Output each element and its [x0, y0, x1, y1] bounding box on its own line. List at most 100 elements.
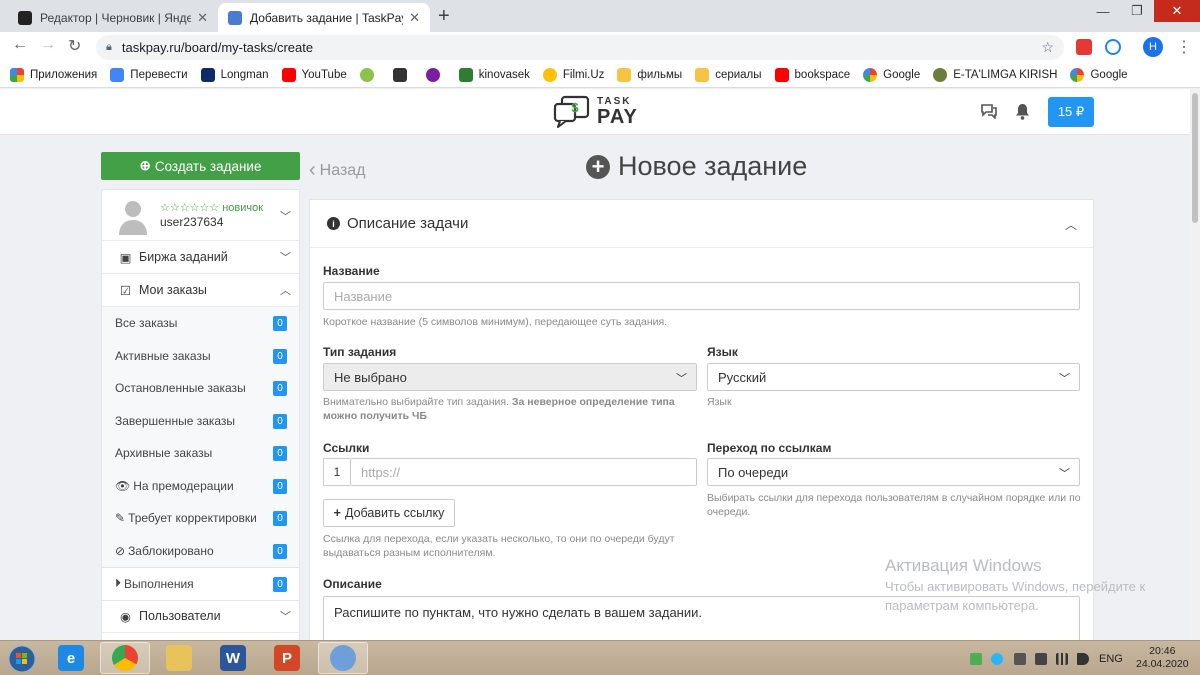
tray-icon[interactable] — [991, 653, 1003, 665]
taskpay-logo[interactable]: $ TASK PAY — [553, 95, 638, 129]
sidebar-item-needs-correction[interactable]: ✎ Требует корректировки 0 — [102, 502, 299, 535]
taskbar-word[interactable]: W — [208, 642, 258, 674]
balance-button[interactable]: 15 ₽ — [1048, 97, 1094, 127]
folder-icon — [166, 645, 192, 671]
messages-icon[interactable] — [980, 103, 998, 124]
panel-header[interactable]: i Описание задачи ︿ — [310, 200, 1093, 248]
tray-icon[interactable] — [970, 653, 982, 665]
tray-icon[interactable] — [1035, 653, 1047, 665]
sidebar-item-label: Пользователи — [139, 609, 221, 623]
user-block[interactable]: ☆☆☆☆☆☆ новичок user237634 ﹀ — [102, 190, 299, 241]
bookmark-icon-only[interactable] — [359, 67, 380, 82]
yandex-zen-icon — [18, 10, 32, 25]
link-mode-value: По очереди — [718, 464, 789, 480]
add-link-button[interactable]: + Добавить ссылку — [323, 499, 455, 527]
menu-kebab-icon[interactable]: ⋮ — [1176, 37, 1192, 57]
input-language[interactable]: ENG — [1099, 653, 1123, 665]
bookmark-bookspace[interactable]: bookspace — [774, 67, 850, 82]
language-label: Язык — [707, 345, 738, 359]
tab-taskpay[interactable]: Добавить задание | TaskPay ✕ — [218, 3, 430, 32]
sidebar-item-exchange[interactable]: ▣ Биржа заданий ﹀ — [102, 241, 299, 274]
sidebar-item-all-orders[interactable]: Все заказы 0 — [102, 307, 299, 340]
play-circle-icon: ⏵ — [115, 576, 122, 591]
forward-arrow-icon[interactable]: → — [40, 36, 56, 54]
system-clock[interactable]: 20:46 24.04.2020 — [1136, 645, 1189, 671]
watermark-line2: параметрам компьютера. — [885, 598, 1039, 613]
profile-avatar[interactable]: H — [1143, 37, 1163, 57]
link-index: 1 — [323, 458, 350, 486]
sidebar-item-archived-orders[interactable]: Архивные заказы 0 — [102, 437, 299, 470]
e-talim-icon — [933, 67, 948, 82]
create-task-button[interactable]: ⊕ Создать задание — [101, 152, 300, 180]
bookmark-kinovasek[interactable]: kinovasek — [458, 67, 530, 82]
sidebar-item-completed-orders[interactable]: Завершенные заказы 0 — [102, 404, 299, 437]
new-tab-button[interactable]: + — [438, 5, 450, 28]
bookmark-youtube[interactable]: YouTube — [281, 67, 347, 82]
add-link-label: Добавить ссылку — [344, 506, 445, 520]
link-mode-select[interactable]: По очереди ﹀ — [707, 458, 1080, 486]
translate-icon — [110, 67, 125, 82]
bookmark-folder-films[interactable]: фильмы — [617, 67, 682, 82]
bookmark-google[interactable]: Google — [863, 67, 920, 82]
sidebar-item-executions[interactable]: ⏵ Выполнения 0 — [102, 567, 299, 600]
back-link[interactable]: ‹ Назад — [309, 159, 366, 182]
name-input[interactable]: Название — [323, 282, 1080, 310]
close-tab-icon[interactable]: ✕ — [197, 10, 208, 26]
tray-icon[interactable] — [1014, 653, 1026, 665]
extension-icon[interactable] — [1105, 39, 1121, 55]
sidebar-item-my-orders[interactable]: ☑ Мои заказы ︿ — [102, 274, 299, 307]
tab-yandex-editor[interactable]: Редактор | Черновик | Яндекс Д ✕ — [8, 3, 218, 32]
back-arrow-icon[interactable]: ← — [12, 36, 28, 54]
sidebar-item-users[interactable]: ◉ Пользователи ﹀ — [102, 599, 299, 633]
extension-icon[interactable] — [1076, 39, 1092, 55]
longman-icon — [200, 67, 215, 82]
bookmark-google-2[interactable]: Google — [1070, 67, 1128, 82]
bookmark-icon-only[interactable] — [392, 67, 413, 82]
close-window-button[interactable]: ✕ — [1154, 0, 1200, 22]
address-bar[interactable]: 🔒︎ taskpay.ru/board/my-tasks/create ☆ — [96, 35, 1064, 60]
page-scrollbar[interactable] — [1190, 89, 1200, 640]
sidebar-item-active-orders[interactable]: Активные заказы 0 — [102, 339, 299, 372]
taskbar-powerpoint[interactable]: P — [262, 642, 312, 674]
taskbar-chrome[interactable] — [100, 642, 150, 674]
plus-circle-icon: + — [586, 154, 610, 179]
minimize-button[interactable]: — — [1086, 0, 1120, 22]
bookmark-folder-series[interactable]: сериалы — [695, 67, 762, 82]
google-icon — [1070, 67, 1085, 82]
scrollbar-thumb[interactable] — [1192, 93, 1198, 223]
bookmark-e-talim[interactable]: E-TA'LIMGA KIRISH — [933, 67, 1057, 82]
bookmark-filmi-uz[interactable]: Filmi.Uz — [542, 67, 604, 82]
taskbar-paint[interactable] — [318, 642, 368, 674]
sidebar-item-blocked[interactable]: ⊘ Заблокировано 0 — [102, 534, 299, 567]
bookmark-apps[interactable]: Приложения — [10, 67, 97, 82]
link-url-input[interactable]: https:// — [350, 458, 697, 486]
notifications-bell-icon[interactable] — [1015, 103, 1030, 125]
bookmark-longman[interactable]: Longman — [200, 67, 269, 82]
reload-icon[interactable]: ↻ — [68, 36, 81, 56]
browser-toolbar: ← → ↻ 🔒︎ taskpay.ru/board/my-tasks/creat… — [0, 32, 1200, 62]
money-icon: ▣ — [119, 250, 132, 265]
network-signal-icon[interactable] — [1056, 653, 1068, 665]
folder-icon — [617, 67, 632, 82]
sidebar-item-label: Выполнения — [124, 576, 194, 591]
sidebar-item-label: Требует корректировки — [128, 511, 257, 526]
sidebar-item-stopped-orders[interactable]: Остановленные заказы 0 — [102, 372, 299, 405]
count-badge: 0 — [273, 511, 287, 526]
close-tab-icon[interactable]: ✕ — [409, 10, 420, 26]
windows-start-icon[interactable] — [8, 645, 36, 673]
user-name: user237634 — [160, 215, 224, 229]
volume-icon[interactable] — [1077, 653, 1089, 665]
maximize-button[interactable]: ❐ — [1120, 0, 1154, 22]
chevron-up-icon[interactable]: ︿ — [1065, 216, 1077, 233]
plus-circle-icon: ⊕ — [139, 158, 151, 173]
bookmark-icon-only[interactable] — [425, 67, 446, 82]
sidebar-item-premoderation[interactable]: 👁︎ На премодерации 0 — [102, 469, 299, 502]
taskbar-explorer[interactable] — [154, 642, 204, 674]
apps-grid-icon — [10, 67, 24, 82]
chevron-down-icon[interactable]: ﹀ — [280, 208, 291, 224]
bookmark-translate[interactable]: Перевести — [110, 67, 188, 82]
task-type-select[interactable]: Не выбрано ﹀ — [323, 363, 697, 391]
bookmark-star-icon[interactable]: ☆ — [1041, 39, 1054, 56]
taskbar-ie[interactable]: e — [46, 642, 96, 674]
language-select[interactable]: Русский ﹀ — [707, 363, 1080, 391]
